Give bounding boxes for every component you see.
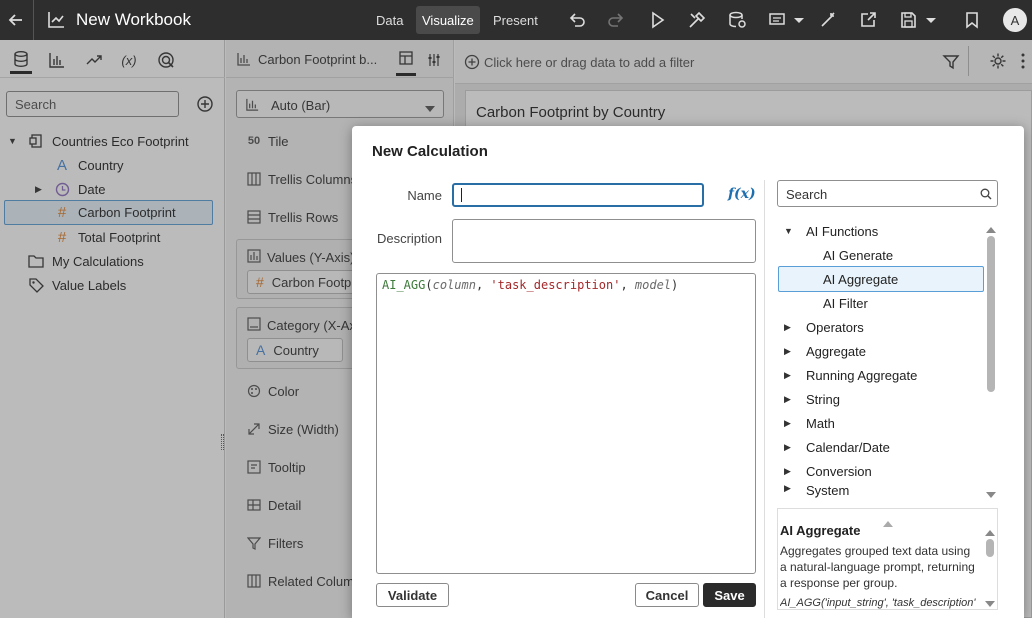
help-scroll-down-icon[interactable]: [985, 596, 995, 609]
expression-arg-string: 'task_description': [490, 278, 621, 292]
magic-wand-icon[interactable]: [818, 10, 838, 30]
expression-editor[interactable]: AI_AGG(column, 'task_description', model…: [376, 273, 756, 574]
expression-separator: ,: [475, 278, 491, 292]
expand-triangle-icon[interactable]: ▶: [784, 483, 796, 494]
function-category-label: Math: [806, 415, 835, 431]
workbook-title[interactable]: New Workbook: [76, 10, 191, 30]
expression-separator: ,: [620, 278, 635, 292]
help-title: AI Aggregate: [780, 523, 861, 538]
save-icon[interactable]: [898, 10, 918, 30]
tools-icon[interactable]: [687, 10, 707, 30]
help-body: Aggregates grouped text data using a nat…: [780, 544, 975, 590]
expression-function: AI_AGG: [382, 278, 426, 292]
text-cursor: [461, 188, 462, 202]
search-icon[interactable]: [980, 188, 992, 203]
function-item-label: AI Generate: [823, 247, 894, 263]
play-icon[interactable]: [647, 10, 667, 30]
comment-icon[interactable]: [767, 10, 787, 30]
description-textarea[interactable]: [452, 219, 756, 263]
description-label: Description: [376, 231, 442, 246]
undo-icon[interactable]: [567, 10, 587, 30]
dialog-title: New Calculation: [372, 143, 488, 160]
save-button[interactable]: Save: [703, 583, 756, 607]
back-arrow-icon[interactable]: [6, 10, 26, 30]
function-list-scroll-down-icon[interactable]: [986, 487, 996, 502]
name-input[interactable]: [452, 183, 704, 207]
function-category-system[interactable]: ▶ System: [778, 483, 984, 499]
function-category-label: System: [806, 483, 850, 498]
help-scroll-up-icon[interactable]: [985, 525, 995, 540]
cancel-button[interactable]: Cancel: [635, 583, 699, 607]
help-scrollbar-thumb[interactable]: [986, 539, 994, 557]
function-search-placeholder: Search: [786, 187, 828, 202]
function-group-ai-functions[interactable]: ▼ AI Functions: [778, 219, 984, 243]
function-category-label: Conversion: [806, 463, 872, 479]
function-category-calendar-date[interactable]: ▶ Calendar/Date: [778, 435, 984, 459]
expand-triangle-icon[interactable]: ▶: [784, 466, 796, 477]
function-fx-icon[interactable]: f(x): [728, 186, 756, 202]
function-category-operators[interactable]: ▶ Operators: [778, 315, 984, 339]
top-bar: New Workbook Data Visualize Present A: [0, 0, 1032, 40]
tab-visualize[interactable]: Visualize: [416, 6, 480, 34]
function-item-ai-generate[interactable]: AI Generate: [778, 243, 984, 267]
expand-triangle-icon[interactable]: ▶: [784, 442, 796, 453]
function-category-aggregate[interactable]: ▶ Aggregate: [778, 339, 984, 363]
bookmark-icon[interactable]: [962, 10, 982, 30]
expand-triangle-icon[interactable]: ▶: [784, 394, 796, 405]
function-browser-divider: [764, 180, 765, 618]
function-item-label: AI Filter: [823, 295, 868, 311]
expand-triangle-icon[interactable]: ▶: [784, 418, 796, 429]
collapse-triangle-icon[interactable]: ▼: [784, 226, 796, 236]
function-search-input[interactable]: Search: [777, 180, 998, 207]
function-item-ai-aggregate[interactable]: AI Aggregate: [778, 266, 984, 292]
function-category-conversion[interactable]: ▶ Conversion: [778, 459, 984, 483]
data-refresh-icon[interactable]: [727, 10, 747, 30]
name-label: Name: [407, 188, 442, 203]
expression-paren: (: [425, 278, 433, 292]
function-category-label: Calendar/Date: [806, 439, 890, 455]
function-category-label: Running Aggregate: [806, 367, 918, 383]
help-syntax: AI_AGG('input_string', 'task_description…: [780, 597, 976, 609]
redo-icon: [606, 10, 626, 30]
new-calculation-dialog: New Calculation Name f(x) Description AI…: [352, 126, 1024, 618]
function-category-running-aggregate[interactable]: ▶ Running Aggregate: [778, 363, 984, 387]
function-list-scroll-up-icon[interactable]: [986, 222, 996, 237]
expand-triangle-icon[interactable]: ▶: [784, 346, 796, 357]
expression-paren: ): [671, 278, 679, 292]
tab-present[interactable]: Present: [487, 6, 544, 34]
save-menu-chevron-icon[interactable]: [924, 10, 938, 30]
comment-menu-chevron-icon[interactable]: [792, 10, 806, 30]
function-group-label: AI Functions: [806, 223, 879, 239]
function-category-label: Aggregate: [806, 343, 866, 359]
expression-arg-model: model: [634, 278, 672, 292]
function-item-label: AI Aggregate: [823, 271, 899, 287]
workbook-icon: [46, 10, 66, 30]
expand-triangle-icon[interactable]: ▶: [784, 322, 796, 333]
expression-arg-column: column: [432, 278, 476, 292]
separator: [33, 0, 34, 40]
function-item-ai-filter[interactable]: AI Filter: [778, 291, 984, 315]
avatar[interactable]: A: [1003, 8, 1027, 32]
function-category-label: Operators: [806, 319, 864, 335]
function-list-scrollbar-thumb[interactable]: [987, 236, 995, 392]
function-category-string[interactable]: ▶ String: [778, 387, 984, 411]
expand-triangle-icon[interactable]: ▶: [784, 370, 796, 381]
export-icon[interactable]: [858, 10, 878, 30]
help-scroll-up-icon[interactable]: [883, 515, 893, 530]
function-category-label: String: [806, 391, 840, 407]
validate-button[interactable]: Validate: [376, 583, 449, 607]
tab-data[interactable]: Data: [370, 6, 409, 34]
function-category-math[interactable]: ▶ Math: [778, 411, 984, 435]
function-help-panel: AI Aggregate Aggregates grouped text dat…: [777, 508, 998, 610]
